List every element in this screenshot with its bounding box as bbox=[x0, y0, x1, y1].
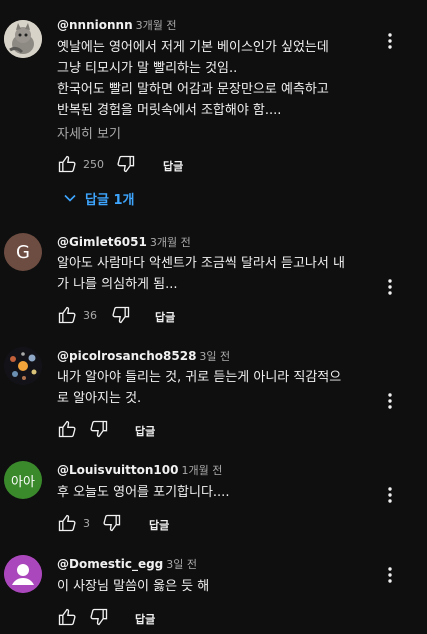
comment-actions: 3 bbox=[57, 513, 122, 533]
default-user-icon bbox=[4, 555, 42, 593]
thumbs-down-icon bbox=[90, 608, 108, 626]
more-options-button[interactable] bbox=[380, 485, 400, 505]
planets-icon bbox=[4, 347, 42, 385]
comment-text: 내가 알아야 들리는 것, 귀로 듣는게 아니라 직감적으 로 알아지는 것. bbox=[57, 370, 342, 406]
thumbs-down-icon bbox=[103, 514, 121, 532]
view-replies-button[interactable]: 답글 1개 bbox=[55, 186, 142, 210]
author-line: @Gimlet6051 3개월 전 bbox=[57, 234, 191, 250]
more-options-button[interactable] bbox=[380, 565, 400, 585]
like-count: 250 bbox=[83, 157, 104, 171]
comment-text: 이 사장님 말씀이 옳은 듯 해 bbox=[57, 579, 210, 594]
kebab-menu-icon bbox=[388, 393, 392, 409]
like-button[interactable] bbox=[57, 513, 77, 533]
like-button[interactable] bbox=[57, 305, 77, 325]
thumbs-up-icon bbox=[58, 420, 76, 438]
like-button[interactable] bbox=[57, 154, 77, 174]
avatar-default-user[interactable] bbox=[4, 555, 42, 593]
thumbs-up-icon bbox=[58, 514, 76, 532]
avatar-planets[interactable] bbox=[4, 347, 42, 385]
author-name[interactable]: @Louisvuitton100 bbox=[57, 463, 178, 477]
dislike-button[interactable] bbox=[102, 513, 122, 533]
more-options-button[interactable] bbox=[380, 391, 400, 411]
reply-button[interactable]: 답글 bbox=[135, 611, 155, 627]
chevron-down-icon bbox=[64, 194, 76, 202]
thumbs-down-icon bbox=[112, 306, 130, 324]
comment-actions bbox=[57, 419, 109, 439]
avatar-letter[interactable]: 아아 bbox=[4, 461, 42, 499]
avatar-letter-text: G bbox=[16, 241, 30, 263]
like-button[interactable] bbox=[57, 607, 77, 627]
thumbs-up-icon bbox=[58, 608, 76, 626]
reply-button[interactable]: 답글 bbox=[163, 158, 183, 174]
avatar-letter[interactable]: G bbox=[4, 233, 42, 271]
reply-button[interactable]: 답글 bbox=[149, 517, 169, 533]
thumbs-down-icon bbox=[117, 155, 135, 173]
author-name[interactable]: @Domestic_egg bbox=[57, 557, 163, 571]
kebab-menu-icon bbox=[388, 487, 392, 503]
comment-time[interactable]: 1개월 전 bbox=[181, 464, 222, 477]
author-line: @nnnionnn 3개월 전 bbox=[57, 17, 176, 33]
comment-time[interactable]: 3일 전 bbox=[199, 350, 230, 363]
thumbs-up-icon bbox=[58, 155, 76, 173]
kebab-menu-icon bbox=[388, 567, 392, 583]
dislike-button[interactable] bbox=[116, 154, 136, 174]
dislike-button[interactable] bbox=[89, 419, 109, 439]
avatar-letter-text: 아아 bbox=[11, 474, 35, 490]
more-options-button[interactable] bbox=[380, 31, 400, 51]
comment-time[interactable]: 3개월 전 bbox=[150, 236, 191, 249]
cat-photo-icon bbox=[4, 20, 42, 58]
author-line: @picolrosancho8528 3일 전 bbox=[57, 348, 230, 364]
comment-actions: 36 bbox=[57, 305, 131, 325]
author-line: @Domestic_egg 3일 전 bbox=[57, 556, 197, 572]
comment-actions bbox=[57, 607, 109, 627]
author-name[interactable]: @picolrosancho8528 bbox=[57, 349, 196, 363]
comment-time[interactable]: 3일 전 bbox=[166, 558, 197, 571]
comment-time[interactable]: 3개월 전 bbox=[136, 19, 177, 32]
more-options-button[interactable] bbox=[380, 277, 400, 297]
author-name[interactable]: @Gimlet6051 bbox=[57, 235, 147, 249]
author-name[interactable]: @nnnionnn bbox=[57, 18, 133, 32]
avatar-cat-photo[interactable] bbox=[4, 20, 42, 58]
like-button[interactable] bbox=[57, 419, 77, 439]
comment-text: 후 오늘도 영어를 포기합니다.... bbox=[57, 485, 230, 500]
dislike-button[interactable] bbox=[111, 305, 131, 325]
author-line: @Louisvuitton100 1개월 전 bbox=[57, 462, 222, 478]
like-count: 3 bbox=[83, 516, 90, 530]
dislike-button[interactable] bbox=[89, 607, 109, 627]
thumbs-down-icon bbox=[90, 420, 108, 438]
reply-button[interactable]: 답글 bbox=[155, 309, 175, 325]
replies-count-label: 답글 1개 bbox=[85, 192, 135, 208]
kebab-menu-icon bbox=[388, 279, 392, 295]
comment-actions: 250 bbox=[57, 154, 136, 174]
comment-text: 옛날에는 영어에서 저게 기본 베이스인가 싶었는데 그냥 티모시가 말 빨리하… bbox=[57, 40, 329, 118]
like-count: 36 bbox=[83, 308, 97, 322]
comment-text: 알아도 사람마다 악센트가 조금씩 달라서 듣고나서 내 가 나를 의심하게 됨… bbox=[57, 256, 345, 292]
read-more-link[interactable]: 자세히 보기 bbox=[57, 123, 121, 142]
reply-button[interactable]: 답글 bbox=[135, 423, 155, 439]
thumbs-up-icon bbox=[58, 306, 76, 324]
kebab-menu-icon bbox=[388, 33, 392, 49]
